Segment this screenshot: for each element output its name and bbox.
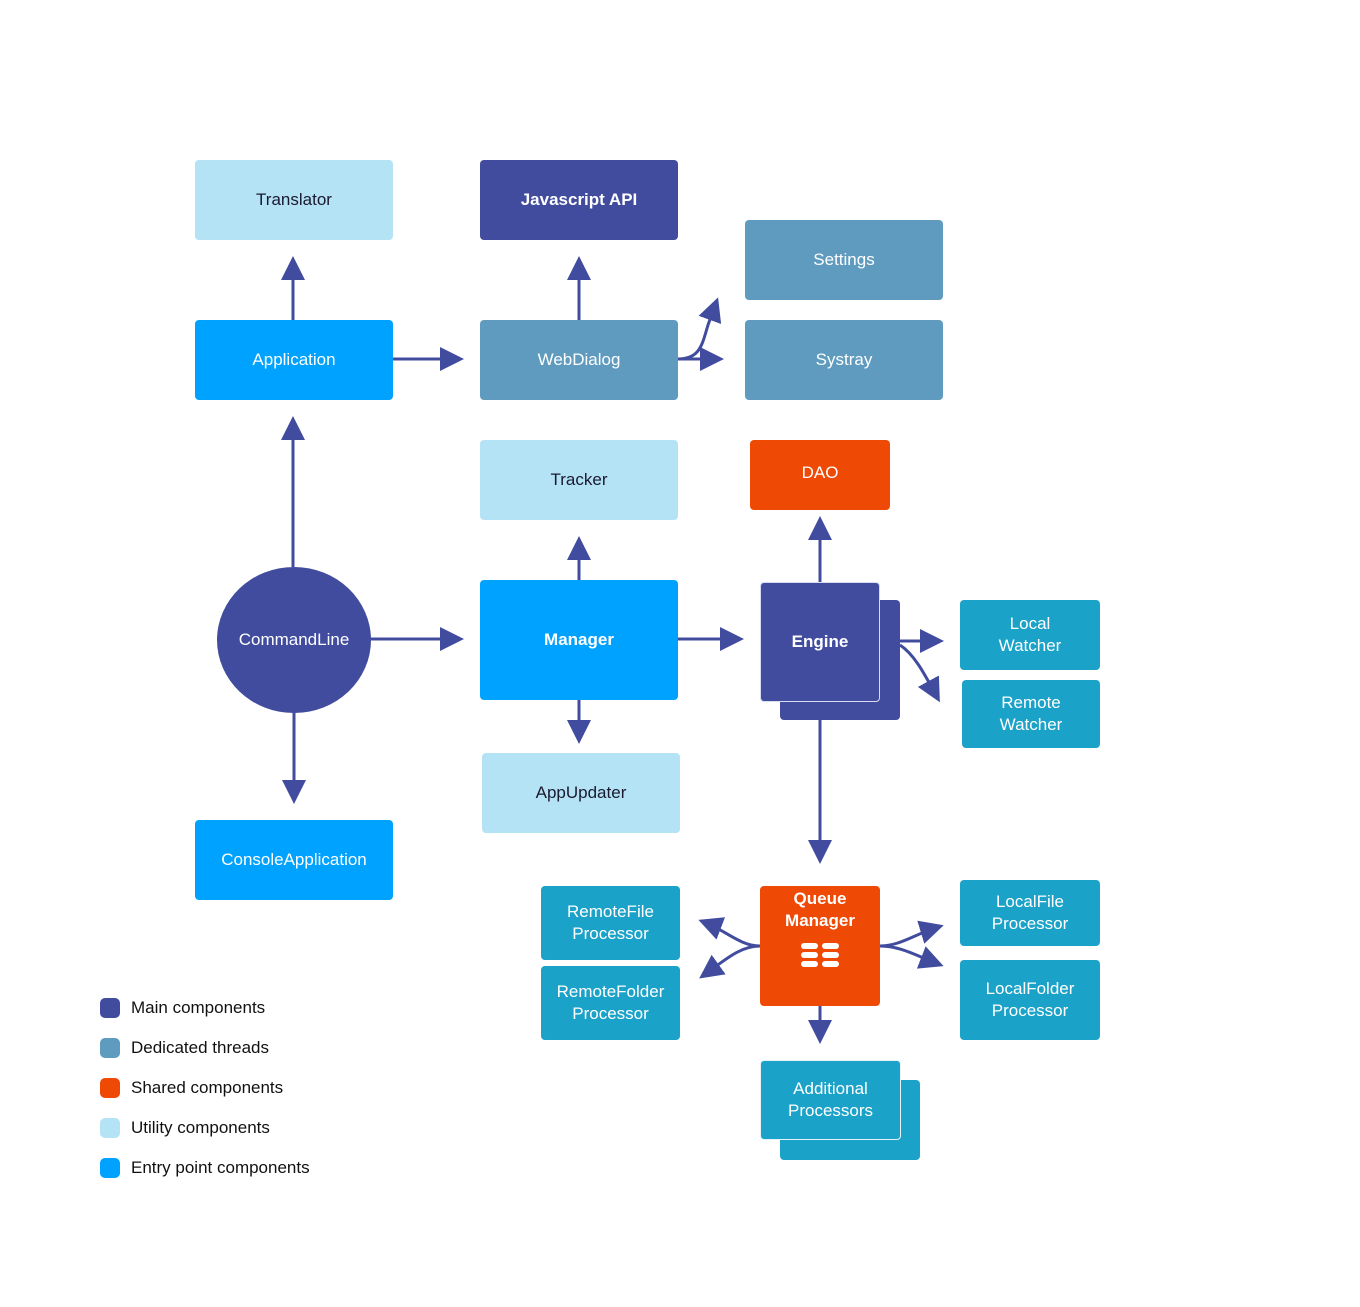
legend-item-main: Main components (100, 998, 265, 1018)
node-settings: Settings (745, 220, 943, 300)
node-label: Translator (256, 190, 332, 209)
node-local-watcher: Local Watcher (960, 600, 1100, 670)
node-label: Tracker (550, 470, 608, 489)
node-javascript-api: Javascript API (480, 160, 678, 240)
node-remote-watcher: Remote Watcher (962, 680, 1100, 748)
legend-label: Dedicated threads (131, 1038, 269, 1057)
legend-item-shared: Shared components (100, 1078, 283, 1098)
node-label: DAO (801, 463, 839, 482)
arrow-qm-localfile (879, 920, 944, 948)
node-label: CommandLine (238, 630, 350, 649)
node-label: Application (252, 350, 336, 369)
node-engine: Engine (760, 582, 880, 702)
node-label: Queue Manager (785, 889, 855, 930)
node-remotefile-processor: RemoteFile Processor (541, 886, 680, 960)
node-label: AppUpdater (535, 783, 627, 802)
node-label: Local Watcher (998, 614, 1062, 655)
legend-item-utility: Utility components (100, 1118, 270, 1138)
node-localfile-processor: LocalFile Processor (960, 880, 1100, 946)
node-label: Engine (791, 632, 849, 651)
node-tracker: Tracker (480, 440, 678, 520)
queue-icon (801, 943, 839, 967)
node-queue-manager: Queue Manager (760, 886, 880, 1006)
legend-swatch (100, 1118, 120, 1138)
legend-label: Shared components (131, 1078, 284, 1097)
node-webdialog: WebDialog (480, 320, 678, 400)
node-commandline: CommandLine (217, 567, 371, 713)
node-additional-processors: Additional Processors (760, 1060, 901, 1140)
node-label: RemoteFile Processor (567, 902, 654, 943)
node-label: WebDialog (537, 350, 621, 369)
legend-swatch (100, 1158, 120, 1178)
node-label: RemoteFolder Processor (556, 982, 665, 1023)
legend-label: Main components (131, 998, 266, 1017)
legend-item-entry: Entry point components (100, 1158, 310, 1178)
legend-swatch (100, 998, 120, 1018)
node-label: Manager (544, 630, 614, 649)
node-application: Application (195, 320, 393, 400)
node-label: Remote Watcher (999, 693, 1063, 734)
node-dao: DAO (750, 440, 890, 510)
arrow-engine-remote-watcher (899, 643, 940, 703)
legend-label: Utility components (131, 1118, 270, 1137)
arrow-webdialog-settings (677, 297, 722, 361)
legend-label: Entry point components (131, 1158, 310, 1177)
node-label: LocalFile Processor (991, 892, 1069, 933)
legend-item-dedicated: Dedicated threads (100, 1038, 269, 1058)
node-localfolder-processor: LocalFolder Processor (960, 960, 1100, 1040)
node-manager: Manager (480, 580, 678, 700)
node-remotefolder-processor: RemoteFolder Processor (541, 966, 680, 1040)
legend-swatch (100, 1078, 120, 1098)
node-translator: Translator (195, 160, 393, 240)
node-label: ConsoleApplication (221, 850, 367, 869)
arrow-qm-localfolder (879, 944, 944, 969)
node-systray: Systray (745, 320, 943, 400)
node-label: LocalFolder Processor (985, 979, 1075, 1020)
arrow-qm-remotefolder (699, 944, 761, 979)
node-label: Javascript API (520, 190, 638, 209)
node-label: Additional Processors (787, 1079, 874, 1120)
legend-swatch (100, 1038, 120, 1058)
node-label: Settings (813, 250, 875, 269)
node-console-application: ConsoleApplication (195, 820, 393, 900)
arrow-qm-remotefile (698, 917, 761, 948)
node-appupdater: AppUpdater (482, 753, 680, 833)
node-label: Systray (815, 350, 873, 369)
